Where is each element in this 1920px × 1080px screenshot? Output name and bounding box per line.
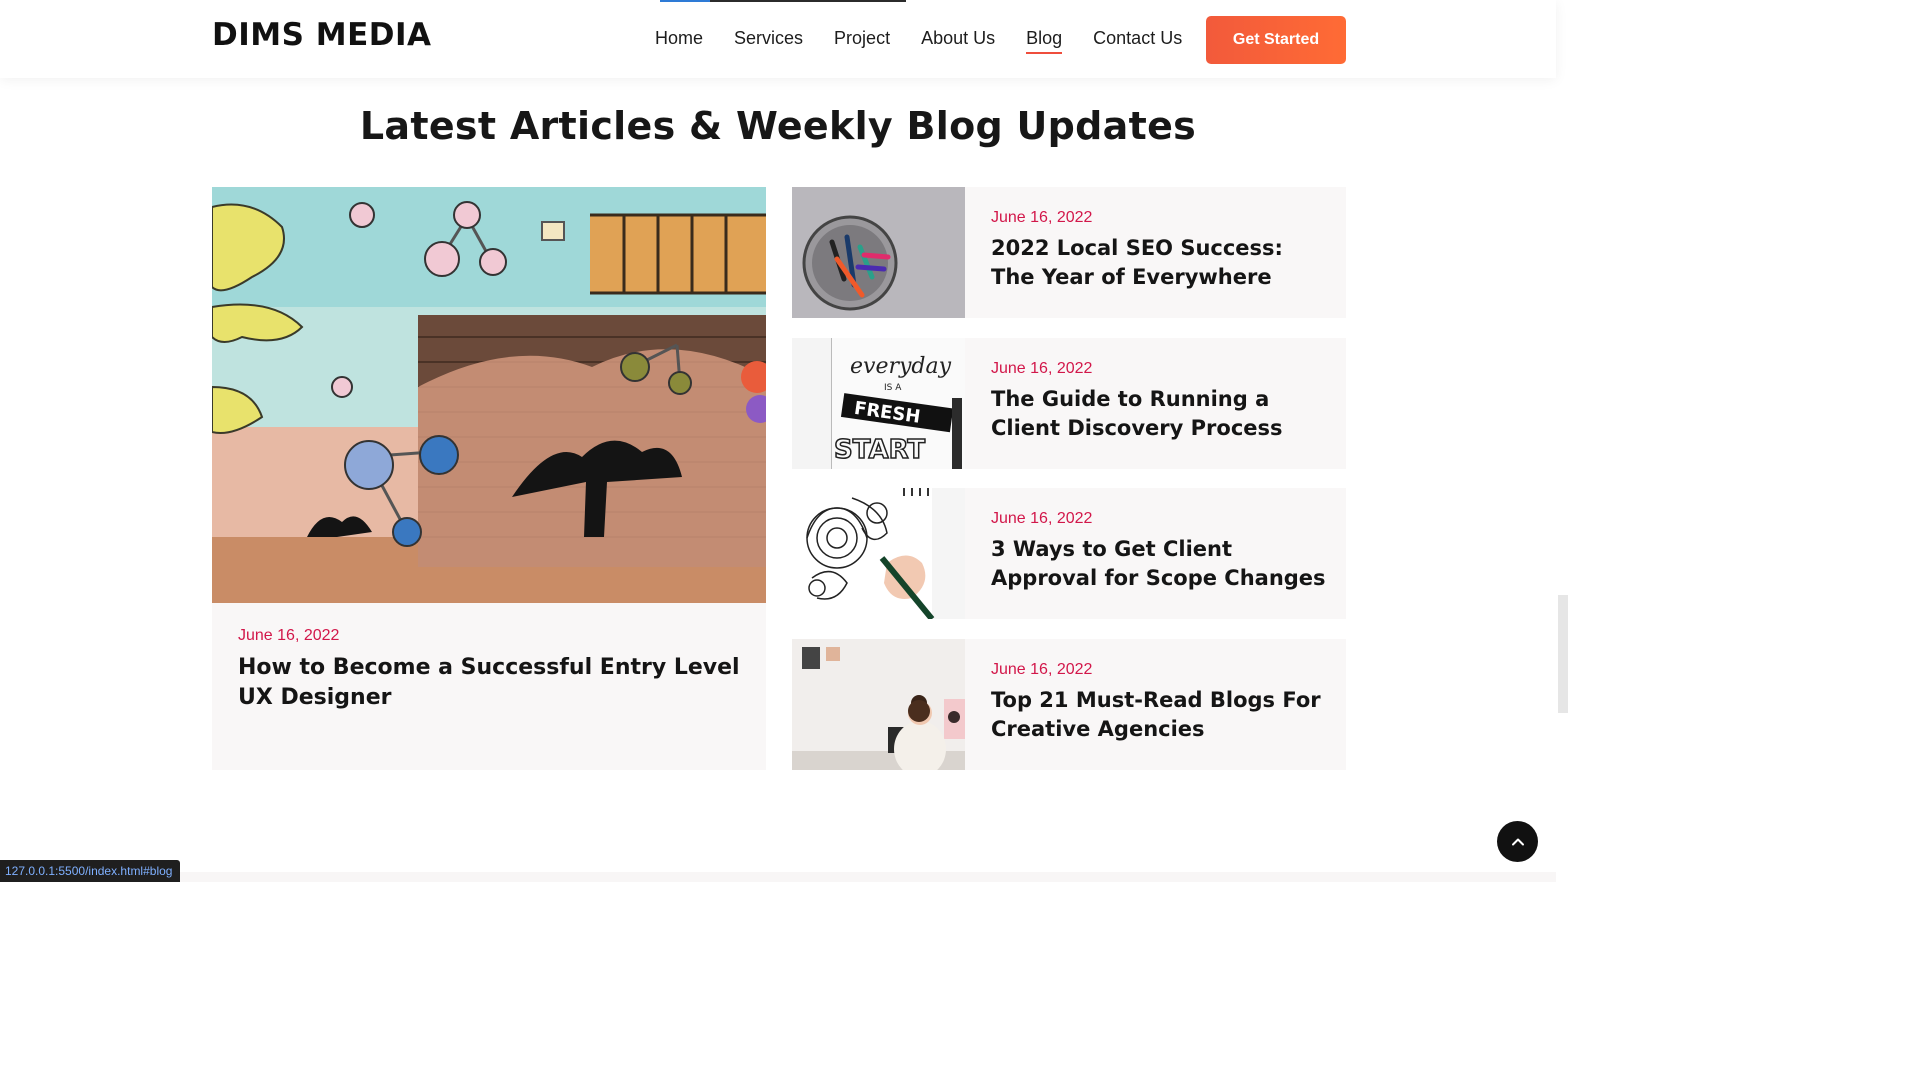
- scroll-progress-bar: [660, 0, 906, 2]
- featured-post-date: June 16, 2022: [238, 627, 340, 644]
- get-started-button[interactable]: Get Started: [1206, 16, 1346, 64]
- nav-home[interactable]: Home: [655, 26, 703, 54]
- back-to-top-button[interactable]: [1497, 821, 1538, 862]
- post-card[interactable]: June 16, 2022 2022 Local SEO Success: Th…: [792, 187, 1346, 318]
- post-title[interactable]: 2022 Local SEO Success: The Year of Ever…: [991, 234, 1331, 292]
- browser-status-url: 127.0.0.1:5500/index.html#blog: [0, 860, 181, 882]
- post-card[interactable]: June 16, 2022 Top 21 Must-Read Blogs For…: [792, 639, 1346, 770]
- svg-text:everyday: everyday: [850, 354, 952, 379]
- post-title[interactable]: 3 Ways to Get Client Approval for Scope …: [991, 535, 1331, 593]
- post-date: June 16, 2022: [991, 360, 1093, 377]
- next-section-edge: [0, 872, 1556, 882]
- nav-services[interactable]: Services: [734, 26, 803, 54]
- nav-contact-us[interactable]: Contact Us: [1093, 26, 1182, 54]
- nav-blog[interactable]: Blog: [1026, 26, 1063, 54]
- post-thumbnail[interactable]: [792, 187, 965, 318]
- svg-text:START: START: [834, 435, 925, 465]
- section-title: Latest Articles & Weekly Blog Updates: [359, 104, 1197, 148]
- featured-post-image[interactable]: [212, 187, 766, 603]
- post-card[interactable]: June 16, 2022 3 Ways to Get Client Appro…: [792, 488, 1346, 619]
- post-card[interactable]: everyday IS A FRESH START June 16, 2022 …: [792, 338, 1346, 469]
- post-date: June 16, 2022: [991, 661, 1093, 678]
- nav-project[interactable]: Project: [834, 26, 890, 54]
- main-nav: Home Services Project About Us Blog Cont…: [655, 26, 1182, 54]
- svg-text:IS A: IS A: [884, 383, 902, 393]
- post-thumbnail[interactable]: [792, 639, 965, 770]
- featured-post-title[interactable]: How to Become a Successful Entry Level U…: [238, 653, 748, 713]
- post-date: June 16, 2022: [991, 209, 1093, 226]
- featured-post-card[interactable]: June 16, 2022 How to Become a Successful…: [212, 187, 766, 770]
- site-header: DIMS MEDIA Home Services Project About U…: [0, 0, 1556, 78]
- chevron-up-icon: [1511, 838, 1524, 845]
- nav-about-us[interactable]: About Us: [921, 26, 995, 54]
- post-title[interactable]: Top 21 Must-Read Blogs For Creative Agen…: [991, 686, 1331, 744]
- post-title[interactable]: The Guide to Running a Client Discovery …: [991, 385, 1331, 443]
- page-scrollbar[interactable]: [1558, 595, 1568, 713]
- site-logo[interactable]: DIMS MEDIA: [212, 17, 432, 53]
- post-thumbnail[interactable]: everyday IS A FRESH START: [792, 338, 965, 469]
- post-date: June 16, 2022: [991, 510, 1093, 527]
- post-thumbnail[interactable]: [792, 488, 965, 619]
